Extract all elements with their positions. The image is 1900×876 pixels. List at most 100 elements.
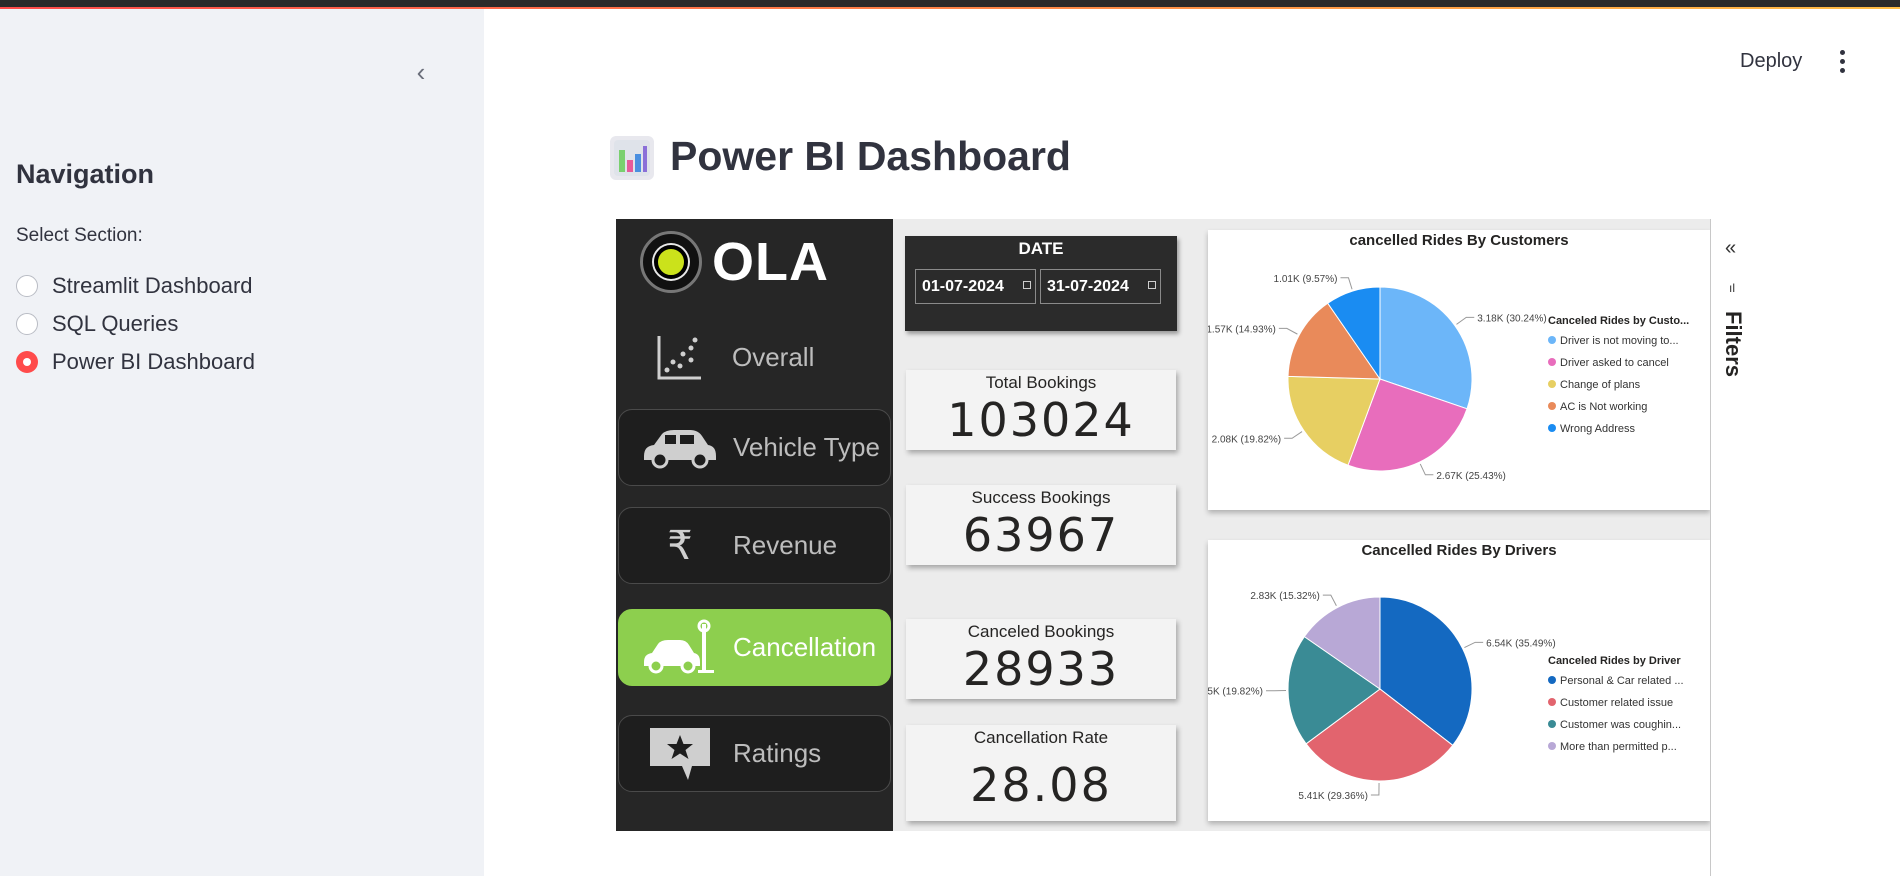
leader-line (1419, 463, 1434, 476)
kpi-card-cancellation-rate: Cancellation Rate 28.08 (906, 725, 1176, 821)
kpi-value: 28933 (962, 642, 1120, 696)
report-nav-cancellation[interactable]: Cancellation (618, 609, 891, 686)
date-to-field[interactable]: 31-07-2024 (1040, 269, 1161, 304)
legend-item[interactable]: Driver asked to cancel (1560, 357, 1669, 369)
radio-circle-selected[interactable] (16, 351, 38, 373)
kpi-card-canceled-bookings: Canceled Bookings 28933 (906, 619, 1176, 699)
radio-power-bi-dashboard[interactable]: Power BI Dashboard (16, 343, 255, 381)
report-nav-label: Revenue (733, 530, 838, 560)
legend-marker (1548, 402, 1556, 410)
select-section-label: Select Section: (16, 225, 143, 246)
legend-marker (1548, 698, 1556, 706)
data-label: 3.65K (19.82%) (1208, 687, 1263, 698)
legend-marker (1548, 380, 1556, 388)
date-slicer: DATE 01-07-2024 31-07-2024 (905, 236, 1177, 331)
report-nav-label: Vehicle Type (733, 432, 880, 462)
filters-pane[interactable]: « ıl Filters (1710, 219, 1760, 876)
star-message-icon (635, 724, 725, 784)
leader-line (1278, 327, 1298, 335)
kebab-menu-icon[interactable] (1832, 50, 1852, 74)
legend-item[interactable]: Customer was coughin... (1560, 719, 1681, 731)
legend-item[interactable]: Wrong Address (1560, 423, 1636, 435)
leader-line (1456, 316, 1475, 325)
data-label: 5.41K (29.36%) (1298, 791, 1368, 802)
report-nav-ratings[interactable]: Ratings (618, 715, 891, 792)
data-label: 2.08K (19.82%) (1212, 434, 1282, 445)
legend-marker (1548, 676, 1556, 684)
legend-marker (1548, 424, 1556, 432)
car-icon (635, 418, 725, 478)
report-nav-label: Ratings (733, 738, 822, 768)
leader-line (1322, 594, 1337, 606)
radio-streamlit-dashboard[interactable]: Streamlit Dashboard (16, 267, 255, 305)
deploy-button[interactable]: Deploy (1740, 50, 1802, 73)
legend-item[interactable]: Change of plans (1560, 379, 1641, 391)
bar-chart-icon (610, 136, 654, 180)
car-crash-icon (635, 618, 725, 678)
data-label: 1.01K (9.57%) (1274, 274, 1338, 285)
legend-title: Canceled Rides by Driver (1548, 655, 1681, 667)
radio-circle[interactable] (16, 313, 38, 335)
leader-line (1340, 277, 1353, 290)
report-nav-vehicle-type[interactable]: Vehicle Type (618, 409, 891, 486)
scatter-icon (634, 328, 724, 388)
pie-chart-drivers: 6.54K (35.49%) 5.41K (29.36%) 3.65K (19.82… (1194, 591, 1684, 802)
legend-item[interactable]: Customer related issue (1560, 697, 1673, 709)
date-from-value: 01-07-2024 (922, 278, 1004, 295)
date-slicer-title: DATE (1018, 239, 1064, 258)
chart-cancelled-by-drivers[interactable]: Cancelled Rides By Drivers 6.54K (35.49%… (1194, 540, 1710, 821)
kpi-label: Total Bookings (985, 373, 1097, 392)
kpi-card-total-bookings: Total Bookings 103024 (906, 370, 1176, 450)
legend-marker (1548, 336, 1556, 344)
kpi-card-success-bookings: Success Bookings 63967 (906, 485, 1176, 565)
leader-line (1370, 782, 1380, 796)
filters-label[interactable]: Filters (1720, 311, 1746, 377)
page-title: Power BI Dashboard (670, 133, 1071, 179)
chevron-left-icon[interactable]: ‹ (408, 59, 434, 85)
kpi-value: 63967 (962, 508, 1120, 562)
legend-marker (1548, 742, 1556, 750)
legend-item[interactable]: Personal & Car related ... (1560, 675, 1684, 687)
legend-marker (1548, 358, 1556, 366)
rupee-icon: ₹ (667, 523, 693, 568)
report-nav-label: Overall (732, 342, 815, 372)
data-label: 3.18K (30.24%) (1477, 313, 1547, 324)
double-chevron-left-icon[interactable]: « (1725, 237, 1736, 260)
calendar-icon[interactable] (1148, 281, 1156, 289)
pie-chart-customers: 3.18K (30.24%) 2.67K (25.43%) 2.08K (19.82… (1206, 274, 1689, 482)
kpi-value: 103024 (947, 393, 1135, 447)
radio-sql-queries[interactable]: SQL Queries (16, 305, 255, 343)
radio-label: Streamlit Dashboard (52, 273, 253, 298)
ola-logo-text: OLA (712, 232, 829, 292)
report-nav-revenue[interactable]: ₹ Revenue (618, 507, 891, 584)
ola-logo-icon (640, 231, 702, 293)
data-label: 2.67K (25.43%) (1436, 471, 1506, 482)
data-label: 2.83K (15.32%) (1250, 591, 1320, 602)
leader-line (1464, 641, 1484, 649)
kpi-value: 28.08 (970, 758, 1112, 812)
calendar-icon[interactable] (1023, 281, 1031, 289)
power-bi-report[interactable]: OLA Overall Vehicle Type ₹ Revenue Cance… (616, 219, 1710, 831)
sidebar-title: Navigation (16, 159, 155, 189)
legend-title: Canceled Rides by Custo... (1548, 315, 1689, 327)
legend-item[interactable]: AC is Not working (1560, 401, 1647, 413)
chart-title: cancelled Rides By Customers (1349, 232, 1569, 249)
date-to-value: 31-07-2024 (1047, 278, 1129, 295)
chart-cancelled-by-customers[interactable]: cancelled Rides By Customers 3.18K (30.2… (1206, 230, 1710, 510)
report-nav-overall[interactable]: Overall (618, 319, 891, 396)
data-label: 6.54K (35.49%) (1486, 638, 1556, 649)
kpi-label: Success Bookings (971, 488, 1111, 507)
kpi-label: Cancellation Rate (973, 728, 1109, 747)
filter-icon: ıl (1729, 281, 1735, 295)
legend-item[interactable]: More than permitted p... (1560, 741, 1677, 753)
top-decoration-bar (0, 0, 1900, 9)
sidebar: ‹ Navigation Select Section: Streamlit D… (0, 9, 484, 876)
date-from-field[interactable]: 01-07-2024 (915, 269, 1036, 304)
radio-label: Power BI Dashboard (52, 349, 255, 374)
ola-logo: OLA (640, 231, 829, 293)
legend-marker (1548, 720, 1556, 728)
report-nav-label: Cancellation (733, 632, 877, 662)
section-radio-group: Streamlit Dashboard SQL Queries Power BI… (16, 267, 255, 381)
radio-circle[interactable] (16, 275, 38, 297)
legend-item[interactable]: Driver is not moving to... (1560, 335, 1679, 347)
